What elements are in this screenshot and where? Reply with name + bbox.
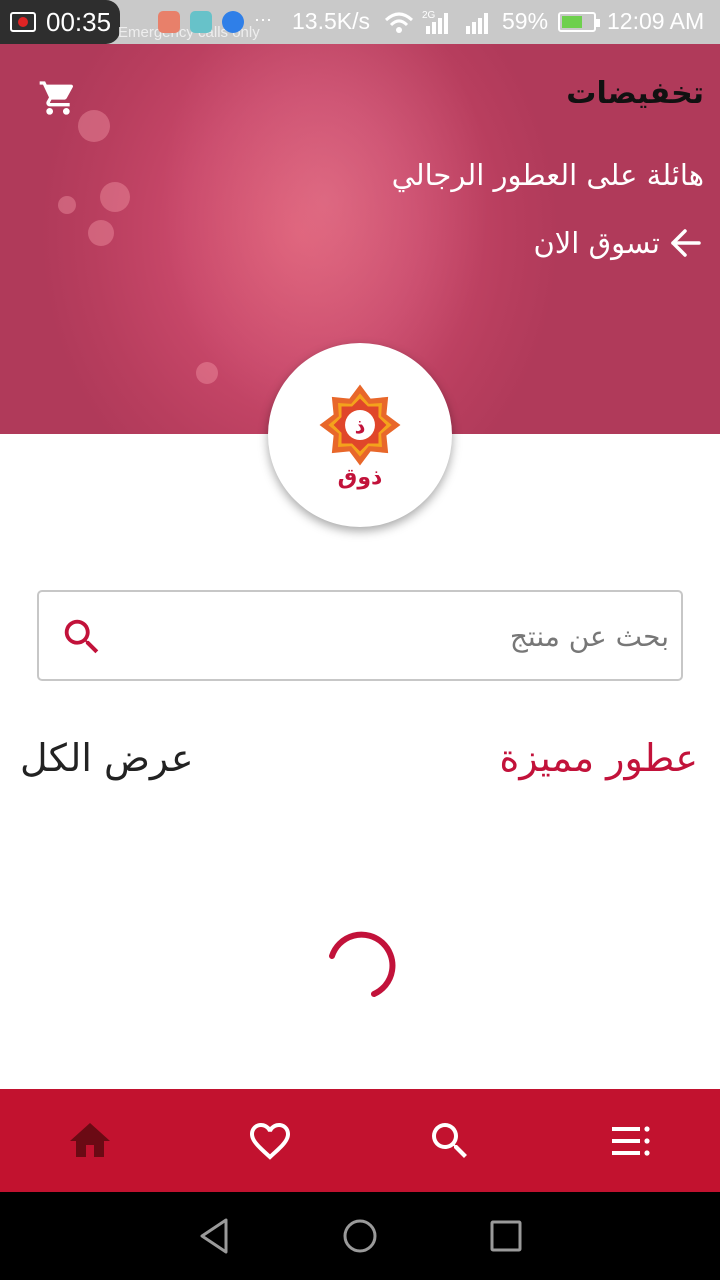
- shop-now-label: تسوق الان: [533, 226, 660, 260]
- status-bar: 00:35 Emergency calls only ⋯ 13.5K/s 2G …: [0, 0, 720, 44]
- screen-recording-pill[interactable]: 00:35: [0, 0, 120, 44]
- view-all-link[interactable]: عرض الكل: [20, 736, 194, 780]
- bokeh-light: [196, 362, 218, 384]
- search-input[interactable]: [139, 610, 669, 662]
- nav-search-icon[interactable]: [426, 1117, 474, 1165]
- logo-letter: ذ: [355, 412, 366, 437]
- recording-time: 00:35: [46, 6, 112, 37]
- hero-subtitle: هائلة على العطور الرجالي: [391, 158, 704, 192]
- logo-wordmark: ذوق: [337, 464, 383, 490]
- bokeh-light: [88, 220, 114, 246]
- home-icon[interactable]: [66, 1117, 114, 1165]
- messenger-icon: [222, 11, 244, 33]
- brand-logo: ذ ذوق: [268, 343, 452, 527]
- more-notifications-icon: ⋯: [254, 10, 272, 30]
- menu-icon[interactable]: [606, 1117, 654, 1165]
- featured-section-title: عطور مميزة: [499, 736, 698, 780]
- heart-icon[interactable]: [246, 1117, 294, 1165]
- clock: 12:09 AM: [607, 8, 705, 34]
- home-button-icon[interactable]: [338, 1214, 382, 1258]
- logo-star-icon: ذ: [319, 384, 401, 465]
- bottom-navigation: [0, 1089, 720, 1192]
- system-navigation-bar: [0, 1192, 720, 1280]
- search-bar[interactable]: [37, 590, 683, 681]
- battery-icon: [558, 12, 600, 32]
- bokeh-light: [100, 182, 130, 212]
- signal-icons: 2G: [384, 10, 488, 34]
- record-icon: [10, 12, 36, 32]
- android-icon: [190, 11, 212, 33]
- hero-title: تخفيضات: [566, 76, 704, 111]
- cart-icon[interactable]: [38, 78, 78, 118]
- recent-apps-icon[interactable]: [484, 1214, 528, 1258]
- arrow-left-icon: [671, 229, 701, 257]
- network-type: 2G: [422, 10, 436, 21]
- back-icon[interactable]: [192, 1214, 236, 1258]
- bokeh-light: [78, 110, 110, 142]
- notification-icons: ⋯: [158, 11, 278, 33]
- search-icon[interactable]: [59, 614, 105, 660]
- network-speed: 13.5K/s: [292, 8, 370, 34]
- screen-recorder-icon: [158, 11, 180, 33]
- bokeh-light: [58, 196, 76, 214]
- loading-spinner: [329, 931, 396, 997]
- shop-now-link[interactable]: تسوق الان: [533, 226, 702, 260]
- battery-percent: 59%: [502, 8, 549, 34]
